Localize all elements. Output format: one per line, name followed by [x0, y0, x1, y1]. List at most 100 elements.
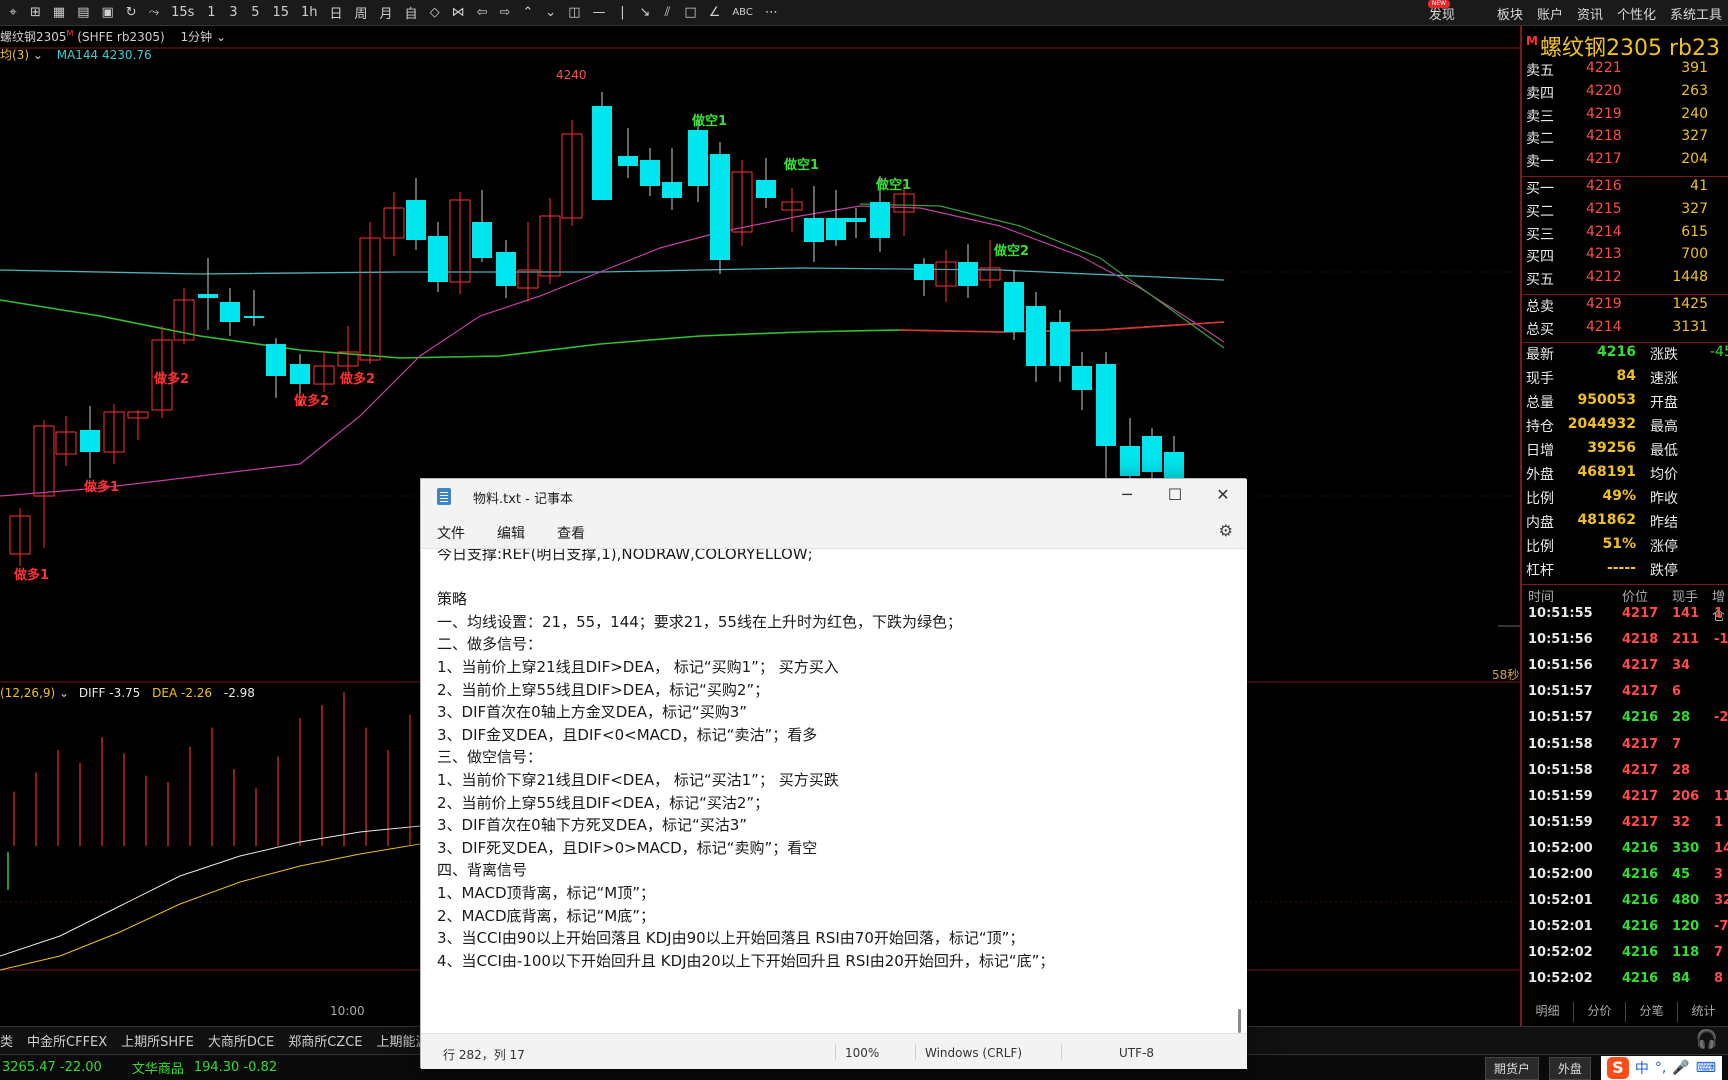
menu-news[interactable]: 资讯 — [1577, 4, 1603, 23]
tick-row[interactable]: 10:51:59 4217 206 11 — [1522, 789, 1728, 815]
text-line[interactable]: 3、DIF首次在0轴下方死叉DEA，标记“买沽3” — [437, 814, 1217, 837]
text-line[interactable]: 今日支撑:REF(明日支撑,1),NODRAW,COLORYELLOW; — [437, 549, 1217, 566]
chevron-down-icon[interactable]: ⌄ — [55, 686, 73, 700]
text-line[interactable]: 二、做多信号： — [437, 633, 1217, 656]
ime-toolbar[interactable]: S 中 °, 🎤 ⌨ — [1600, 1056, 1722, 1080]
chevron-down-icon[interactable]: ⌄ — [539, 1, 562, 25]
tick-row[interactable]: 10:51:58 4217 28 — [1522, 763, 1728, 789]
maximize-button[interactable]: ☐ — [1151, 479, 1199, 513]
order-book-row[interactable]: 总买 4214 3131 — [1522, 319, 1728, 341]
split-icon[interactable]: ◫ — [562, 1, 586, 25]
hline-icon[interactable]: — — [586, 1, 611, 25]
order-book-row[interactable]: 卖五 4221 391 — [1522, 60, 1728, 82]
tick-row[interactable]: 10:51:57 4217 6 — [1522, 684, 1728, 710]
line-draw-icon[interactable]: ⌖ — [2, 1, 24, 25]
chart-icon[interactable]: ⤳ — [143, 1, 165, 25]
text-line[interactable]: 一、均线设置：21，55，144；要求21，55线在上升时为红色，下跌为绿色； — [437, 611, 1217, 634]
bowtie-icon[interactable]: ⋈ — [446, 1, 471, 25]
menu-edit[interactable]: 编辑 — [497, 523, 525, 543]
close-button[interactable]: ✕ — [1199, 479, 1247, 513]
tab-statistics[interactable]: 统计 — [1678, 1002, 1728, 1022]
chevron-down-icon[interactable]: ⌄ — [29, 48, 43, 62]
order-book-row[interactable]: 总卖 4219 1425 — [1522, 296, 1728, 318]
ray-icon[interactable]: ↘ — [633, 1, 656, 25]
order-book-row[interactable]: 买二 4215 327 — [1522, 201, 1728, 223]
gear-icon[interactable]: ⚙ — [1219, 521, 1233, 540]
vline-icon[interactable]: | — [611, 1, 633, 25]
period-custom[interactable]: 自 — [399, 1, 424, 25]
text-line[interactable]: 1、MACD顶背离，标记“M顶”； — [437, 882, 1217, 905]
period-day[interactable]: 日 — [324, 1, 349, 25]
chevron-down-icon[interactable]: ⌄ — [212, 30, 226, 44]
tick-row[interactable]: 10:51:57 4216 28 -2 — [1522, 710, 1728, 736]
menu-account[interactable]: 账户 — [1537, 4, 1563, 23]
arrow-right-icon[interactable]: ⇨ — [493, 1, 516, 25]
rect-icon[interactable]: □ — [678, 1, 702, 25]
exchange-tab-cffex[interactable]: 中金所CFFEX — [27, 1031, 107, 1050]
text-line[interactable]: 1、当前价下穿21线且DIF<DEA， 标记“买沽1”； 买方买跌 — [437, 769, 1217, 792]
macd-params[interactable]: (12,26,9) — [0, 686, 55, 700]
exchange-tab-dce[interactable]: 大商所DCE — [208, 1031, 274, 1050]
tab-detail[interactable]: 明细 — [1522, 1002, 1574, 1022]
text-line[interactable]: 2、当前价上穿55线且DIF>DEA，标记“买购2”； — [437, 679, 1217, 702]
text-line[interactable]: 策略 — [437, 588, 1217, 611]
fill-icon[interactable]: ▦ — [47, 1, 71, 25]
text-line[interactable]: 3、DIF金叉DEA，且DIF<0<MACD，标记“卖沽”；看多 — [437, 724, 1217, 747]
menu-view[interactable]: 查看 — [557, 523, 585, 543]
text-line[interactable]: 2、MACD底背离，标记“M底”； — [437, 905, 1217, 928]
refresh-icon[interactable]: ↻ — [120, 1, 143, 25]
tick-row[interactable]: 10:51:55 4217 141 1 — [1522, 606, 1728, 632]
tick-row[interactable]: 10:52:01 4216 480 32 — [1522, 893, 1728, 919]
chevron-up-icon[interactable]: ⌃ — [516, 1, 539, 25]
scrollbar-thumb[interactable] — [1238, 1009, 1241, 1033]
tick-row[interactable]: 10:51:56 4218 211 -1 — [1522, 632, 1728, 658]
text-line[interactable]: 3、DIF首次在0轴上方金叉DEA，标记“买购3” — [437, 701, 1217, 724]
tick-row[interactable]: 10:51:59 4217 32 1 — [1522, 815, 1728, 841]
notepad-window[interactable]: 物料.txt - 记事本 ─ ☐ ✕ 文件 编辑 查看 ⚙ 今日支撑:REF(明… — [420, 478, 1247, 1069]
text-icon[interactable]: ABC — [726, 1, 759, 25]
exchange-tab-shfe[interactable]: 上期所SHFE — [121, 1031, 194, 1050]
order-book-row[interactable]: 卖三 4219 240 — [1522, 106, 1728, 128]
keyboard-icon[interactable]: ⌨ — [1696, 1060, 1716, 1076]
microphone-icon[interactable]: 🎤 — [1672, 1060, 1689, 1076]
text-line[interactable]: 4、当CCI由-100以下开始回升且 KDJ由20以上下开始回升且 RSI由20… — [437, 950, 1217, 973]
headset-icon[interactable]: 🎧 — [1696, 1029, 1718, 1050]
order-book-row[interactable]: 买三 4214 615 — [1522, 224, 1728, 246]
exchange-tab[interactable]: 类 — [0, 1031, 13, 1050]
tick-row[interactable]: 10:52:00 4216 45 3 — [1522, 867, 1728, 893]
ime-language[interactable]: 中 — [1635, 1058, 1649, 1078]
period-week[interactable]: 周 — [349, 1, 374, 25]
notepad-titlebar[interactable]: 物料.txt - 记事本 ─ ☐ ✕ — [421, 479, 1247, 513]
tick-row[interactable]: 10:51:58 4217 7 — [1522, 737, 1728, 763]
candle-icon[interactable]: ⊞ — [24, 1, 47, 25]
more-icon[interactable]: ⋯ — [759, 1, 784, 25]
text-line[interactable]: 3、当CCI由90以上开始回落且 KDJ由90以上开始回落且 RSI由70开始回… — [437, 927, 1217, 950]
text-line[interactable] — [437, 566, 1217, 589]
minimize-button[interactable]: ─ — [1103, 479, 1151, 513]
ime-punct[interactable]: °, — [1655, 1060, 1666, 1076]
exchange-tab-czce[interactable]: 郑商所CZCE — [288, 1031, 362, 1050]
period-selector[interactable]: 1分钟 — [181, 30, 213, 44]
order-book-row[interactable]: 卖二 4218 327 — [1522, 128, 1728, 150]
tick-row[interactable]: 10:51:56 4217 34 — [1522, 658, 1728, 684]
text-line[interactable]: 四、背离信号 — [437, 859, 1217, 882]
external-button[interactable]: 外盘 — [1548, 1056, 1591, 1080]
menu-system-tools[interactable]: 系统工具 — [1670, 4, 1722, 23]
order-book-row[interactable]: 买一 4216 41 — [1522, 178, 1728, 200]
parallel-icon[interactable]: ⫽ — [656, 1, 678, 25]
period-1m[interactable]: 1 — [200, 1, 222, 25]
period-1h[interactable]: 1h — [295, 1, 324, 25]
tick-row[interactable]: 10:52:00 4216 330 14 — [1522, 841, 1728, 867]
order-book-row[interactable]: 买五 4212 1448 — [1522, 269, 1728, 291]
tab-price-dist[interactable]: 分价 — [1574, 1002, 1626, 1022]
menu-personalize[interactable]: 个性化 — [1617, 4, 1656, 23]
angle-icon[interactable]: ∠ — [703, 1, 727, 25]
futures-account-button[interactable]: 期货户 — [1484, 1056, 1539, 1080]
indicator-selector[interactable]: 均(3) — [0, 48, 29, 62]
save-icon[interactable]: ▣ — [96, 1, 120, 25]
period-month[interactable]: 月 — [374, 1, 399, 25]
period-15m[interactable]: 15 — [266, 1, 295, 25]
text-line[interactable]: 1、当前价上穿21线且DIF>DEA， 标记“买购1”； 买方买入 — [437, 656, 1217, 679]
diamond-icon[interactable]: ◇ — [424, 1, 446, 25]
order-book-row[interactable]: 买四 4213 700 — [1522, 246, 1728, 268]
